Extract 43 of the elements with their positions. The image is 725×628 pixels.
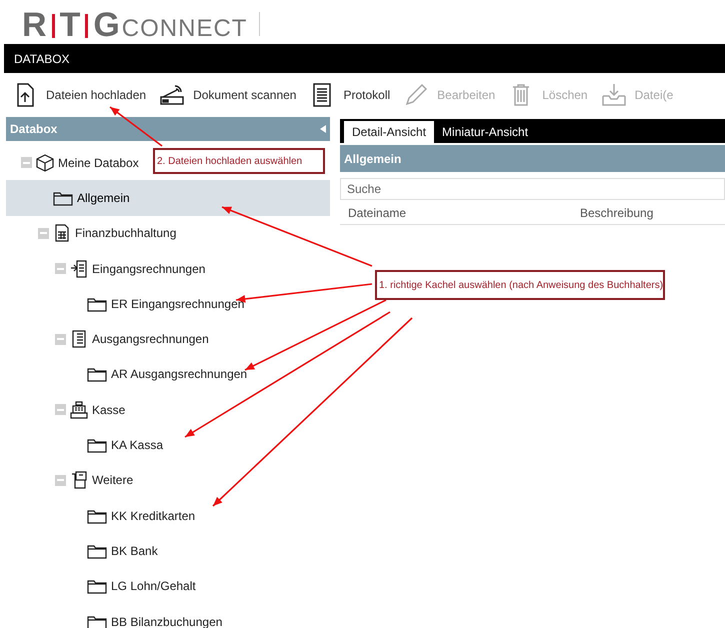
column-header[interactable]: Beschreibung [580,204,654,222]
clipboard-icon [70,471,88,490]
app-bar: DATABOX [4,44,725,73]
pencil-icon [403,82,430,108]
sidebar-header: Databox [6,117,330,141]
toolbar-button[interactable]: Protokoll [309,82,390,108]
tree-item[interactable]: ER Eingangsrechnungen [72,294,244,313]
search-field[interactable]: Suche [340,178,725,200]
ledger-icon [53,224,71,242]
tree-item[interactable]: Kasse [55,400,126,419]
tree-item[interactable]: Eingangsrechnungen [55,260,206,278]
tree-item[interactable]: AR Ausgangsrechnungen [72,365,248,384]
column-header[interactable]: Dateiname [348,204,580,222]
tree-item[interactable]: LG Lohn/Gehalt [72,577,196,596]
tree-item[interactable]: BK Bank [72,542,158,560]
annotation-arrow [110,106,162,147]
tree-item[interactable]: KA Kassa [72,436,164,454]
toolbar-button[interactable]: Dokument scannen [159,82,296,108]
collapse-toggle[interactable] [55,404,66,416]
logo: R T G CONNECT [22,8,260,42]
tree-item[interactable]: Allgemein [38,188,130,207]
tree-item[interactable]: Meine Databox [21,154,139,172]
toolbar-button[interactable]: Dateien hochladen [12,82,146,108]
tree-item[interactable]: KK Kreditkarten [72,506,196,525]
tree-item[interactable]: Weitere [55,471,134,490]
collapse-toggle[interactable] [21,157,32,168]
collapse-toggle[interactable] [55,263,66,274]
annotation-callout: 1. richtige Kachel auswählen (nach Anweisung des Buchhalters) [375,270,665,300]
view-tab[interactable]: Detail-Ansicht [344,121,434,143]
cash-register-icon [70,400,88,419]
annotation-callout: 2. Dateien hochladen auswählen [153,148,325,174]
document-icon [70,330,88,348]
collapse-arrow-icon[interactable] [320,125,326,133]
tree-item[interactable]: BB Bilanzbuchungen [72,612,222,628]
tree-item[interactable]: Finanzbuchhaltung [38,224,176,242]
collapse-toggle[interactable] [38,228,49,239]
download-tray-icon [600,82,627,108]
collapse-toggle[interactable] [55,474,66,486]
cube-icon [36,154,54,172]
tree-item[interactable]: Ausgangsrechnungen [55,330,209,348]
document-arrow-icon [70,260,88,278]
collapse-toggle[interactable] [55,334,66,345]
panel-header: Allgemein [340,145,725,172]
